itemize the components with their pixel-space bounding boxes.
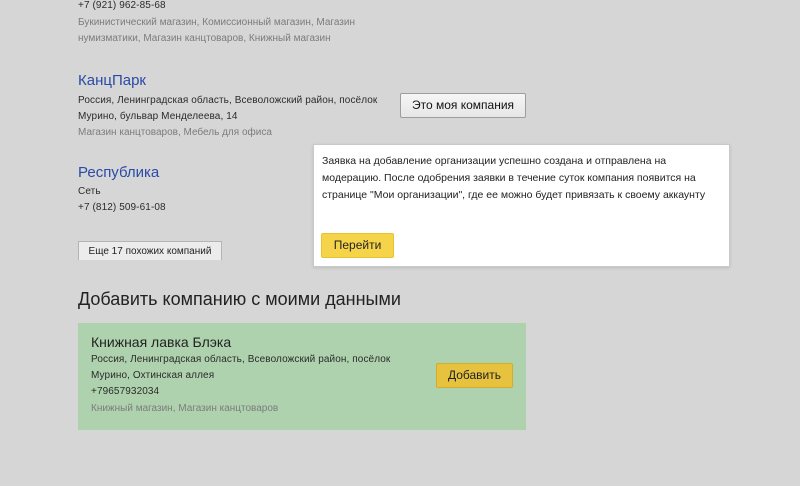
my-company-address-line2: Мурино, Охтинская аллея bbox=[91, 370, 215, 381]
prev-company-categories-line2: нумизматики, Магазин канцтоваров, Книжны… bbox=[78, 33, 331, 44]
moderation-notice-text: Заявка на добавление организации успешно… bbox=[322, 155, 706, 201]
go-button[interactable]: Перейти bbox=[321, 233, 394, 258]
prev-company-categories-line1: Букинистический магазин, Комиссионный ма… bbox=[78, 17, 355, 28]
add-company-button[interactable]: Добавить bbox=[436, 363, 513, 388]
respublika-phone: +7 (812) 509-61-08 bbox=[78, 202, 166, 213]
company-name-kantspark[interactable]: КанцПарк bbox=[78, 72, 146, 90]
kantspark-categories: Магазин канцтоваров, Мебель для офиса bbox=[78, 127, 272, 138]
moderation-notice-popup: Заявка на добавление организации успешно… bbox=[313, 144, 730, 267]
kantspark-address-line2: Мурино, бульвар Менделеева, 14 bbox=[78, 111, 238, 122]
add-company-heading: Добавить компанию с моими данными bbox=[78, 289, 401, 309]
my-company-card: Книжная лавка Блэка Россия, Ленинградска… bbox=[78, 323, 526, 430]
prev-company-phone: +7 (921) 962-85-68 bbox=[78, 0, 166, 11]
kantspark-address-line1: Россия, Ленинградская область, Всеволожс… bbox=[78, 95, 378, 106]
my-company-name: Книжная лавка Блэка bbox=[91, 334, 232, 350]
respublika-type: Сеть bbox=[78, 186, 101, 197]
company-name-respublika[interactable]: Республика bbox=[78, 164, 159, 182]
my-company-phone: +79657932034 bbox=[91, 386, 160, 397]
my-company-categories: Книжный магазин, Магазин канцтоваров bbox=[91, 403, 279, 414]
claim-company-button[interactable]: Это моя компания bbox=[400, 93, 526, 118]
my-company-address-line1: Россия, Ленинградская область, Всеволожс… bbox=[91, 354, 391, 365]
more-similar-companies-button[interactable]: Еще 17 похожих компаний bbox=[78, 241, 222, 260]
